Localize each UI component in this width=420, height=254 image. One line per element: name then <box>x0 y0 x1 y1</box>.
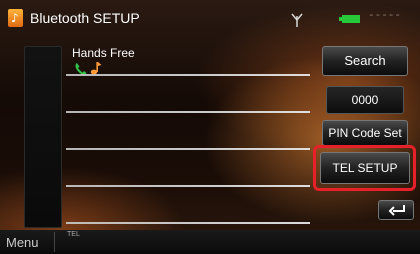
search-button[interactable]: Search <box>322 46 408 76</box>
tel-setup-button[interactable]: TEL SETUP <box>320 152 410 184</box>
back-button[interactable] <box>378 200 414 220</box>
bluetooth-setup-screen: ♪ Bluetooth SETUP ----- Hands Free Searc… <box>0 0 420 254</box>
row-divider <box>66 148 310 150</box>
music-app-icon: ♪ <box>8 9 23 27</box>
music-icon <box>90 62 102 75</box>
divider <box>54 232 55 252</box>
row-divider <box>66 185 310 187</box>
device-list: Hands Free <box>62 40 310 226</box>
bottom-bar: Menu TEL <box>0 230 420 254</box>
row-divider <box>66 74 310 76</box>
return-arrow-icon <box>388 205 405 216</box>
list-item[interactable] <box>62 77 310 113</box>
menu-button[interactable]: Menu <box>6 234 39 252</box>
antenna-icon <box>291 13 303 27</box>
tel-indicator: TEL <box>67 231 80 238</box>
row-divider <box>66 222 310 224</box>
battery-icon <box>339 15 360 23</box>
list-item[interactable] <box>62 114 310 150</box>
list-item[interactable]: Hands Free <box>62 40 310 76</box>
pin-code-display: 0000 <box>326 86 404 114</box>
list-scroll-panel[interactable] <box>24 46 62 228</box>
device-name: Hands Free <box>72 46 135 60</box>
list-item[interactable] <box>62 151 310 187</box>
page-title: Bluetooth SETUP <box>30 10 140 26</box>
signal-strength-text: ----- <box>368 10 402 22</box>
list-item[interactable] <box>62 188 310 224</box>
title-bar: ♪ Bluetooth SETUP ----- <box>0 0 420 36</box>
pin-code-set-button[interactable]: PIN Code Set <box>322 120 408 146</box>
row-divider <box>66 111 310 113</box>
